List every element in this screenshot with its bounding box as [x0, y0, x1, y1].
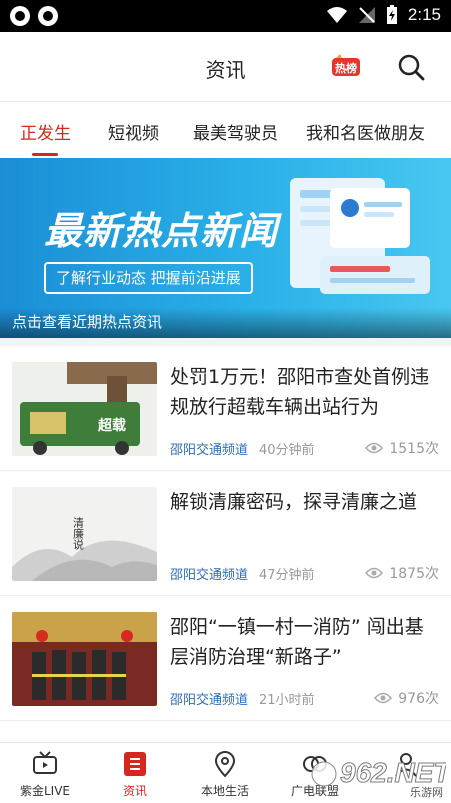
nav-label: 本地生活	[200, 784, 249, 798]
nav-item-live[interactable]: 紫金LIVE	[0, 743, 90, 803]
watermark-subtext: 乐游网	[410, 786, 443, 798]
news-title[interactable]: 解锁清廉密码，探寻清廉之道	[170, 487, 440, 517]
notification-app-icon	[10, 6, 30, 26]
views-count: 976次	[398, 691, 439, 707]
news-source[interactable]: 邵阳交通频道	[170, 439, 248, 458]
news-views: 1515次	[365, 438, 439, 458]
tv-icon	[33, 751, 57, 774]
app-header: 资讯 热榜	[0, 32, 451, 102]
news-time: 47分钟前	[259, 568, 315, 583]
views-count: 1515次	[389, 441, 439, 457]
news-item[interactable]: 邵阳“一镇一村一消防” 闯出基层消防治理“新路子” 邵阳交通频道 21小时前 9…	[0, 596, 451, 721]
eye-icon	[374, 692, 393, 704]
notification-app-icon	[38, 6, 58, 26]
nav-label: 资讯	[122, 784, 147, 798]
battery-charging-icon	[386, 5, 397, 24]
clock: 2:15	[407, 5, 441, 24]
channel-tabs: 正发生 短视频 最美驾驶员 我和名医做朋友	[0, 102, 451, 158]
banner-subtitle: 了解行业动态 把握前沿进展	[44, 262, 253, 294]
tab-best-driver[interactable]: 最美驾驶员	[193, 119, 278, 144]
news-thumbnail	[12, 612, 157, 706]
nav-item-news[interactable]: 资讯	[90, 743, 180, 803]
eye-icon	[365, 567, 384, 579]
no-signal-icon	[358, 7, 375, 23]
tab-short-video[interactable]: 短视频	[108, 119, 159, 144]
page-title: 资讯	[205, 58, 246, 82]
views-count: 1875次	[389, 566, 439, 582]
news-time: 40分钟前	[259, 443, 315, 458]
hot-list-button[interactable]: 热榜	[330, 54, 362, 78]
banner-caption: 点击查看近期热点资讯	[12, 313, 163, 331]
news-icon	[124, 752, 146, 776]
news-title[interactable]: 处罚1万元！邵阳市查处首例违规放行超载车辆出站行为	[170, 362, 440, 422]
search-icon[interactable]	[396, 52, 426, 82]
documents-illustration	[290, 178, 430, 294]
location-pin-icon	[214, 751, 236, 777]
hot-news-banner[interactable]: 最新热点新闻 了解行业动态 把握前沿进展 点击查看近期热点资讯	[0, 158, 451, 338]
news-item[interactable]: 超载 处罚1万元！邵阳市查处首例违规放行超载车辆出站行为 邵阳交通频道 40分钟…	[0, 346, 451, 471]
news-time: 21小时前	[259, 693, 315, 708]
tab-doctor-friends[interactable]: 我和名医做朋友	[306, 119, 425, 144]
banner-title: 最新热点新闻	[44, 209, 279, 253]
thumb-overload-text: 超载	[97, 417, 126, 434]
news-views: 1875次	[365, 563, 439, 583]
watermark-text: 962.NET	[340, 757, 446, 788]
news-views: 976次	[374, 688, 439, 708]
wifi-icon	[326, 7, 347, 23]
active-tab-indicator	[32, 153, 58, 156]
nav-item-local-life[interactable]: 本地生活	[180, 743, 270, 803]
tab-zhengfasheng[interactable]: 正发生	[20, 119, 71, 144]
divider	[0, 338, 451, 346]
news-source[interactable]: 邵阳交通频道	[170, 689, 248, 708]
site-watermark: 962.NET 乐游网	[311, 757, 446, 798]
news-thumbnail: 清廉说	[12, 487, 157, 581]
news-source[interactable]: 邵阳交通频道	[170, 564, 248, 583]
thumb-qinglian-text: 清廉说	[72, 517, 85, 550]
status-bar: 2:15	[0, 0, 451, 32]
eye-icon	[365, 442, 384, 454]
news-title[interactable]: 邵阳“一镇一村一消防” 闯出基层消防治理“新路子”	[170, 612, 440, 672]
nav-label: 紫金LIVE	[19, 784, 71, 798]
news-thumbnail: 超载	[12, 362, 157, 456]
news-item[interactable]: 清廉说 解锁清廉密码，探寻清廉之道 邵阳交通频道 47分钟前 1875次	[0, 471, 451, 596]
hot-list-label: 热榜	[335, 61, 357, 75]
